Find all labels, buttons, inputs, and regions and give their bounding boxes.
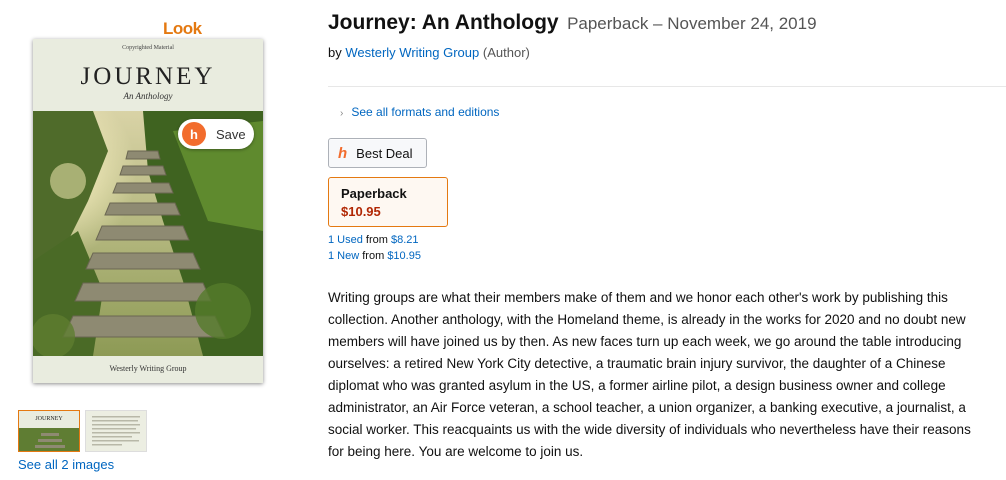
- cover-title: JOURNEY: [80, 63, 216, 90]
- divider: [328, 86, 1006, 87]
- see-all-images-link[interactable]: See all 2 images: [18, 457, 114, 472]
- used-offer-price[interactable]: $8.21: [391, 234, 419, 246]
- product-title-line: Journey: An Anthology Paperback – Novemb…: [328, 11, 817, 35]
- new-offer-price[interactable]: $10.95: [387, 250, 421, 262]
- book-description: Writing groups are what their members ma…: [328, 290, 971, 459]
- author-link[interactable]: Westerly Writing Group: [345, 45, 479, 60]
- offer-from-label: from: [365, 234, 388, 246]
- byline: by Westerly Writing Group (Author): [328, 45, 530, 60]
- offer-new: 1 New from $10.95: [328, 250, 421, 262]
- author-role: (Author): [482, 45, 530, 60]
- cover-copyright-text: Copyrighted Material: [122, 45, 174, 51]
- format-swatch-paperback[interactable]: Paperback $10.95: [328, 177, 448, 227]
- save-label: Save: [216, 126, 246, 142]
- chevron-right-icon: ›: [340, 108, 344, 119]
- offer-used: 1 Used from $8.21: [328, 234, 419, 246]
- see-all-formats-link[interactable]: See all formats and editions: [351, 105, 499, 119]
- thumbnail-back-art: [86, 411, 146, 451]
- thumbnail-front-cover[interactable]: JOURNEY: [18, 410, 80, 452]
- used-offers-link[interactable]: 1 Used: [328, 234, 363, 246]
- best-deal-button[interactable]: h Best Deal: [328, 138, 427, 168]
- save-button[interactable]: h Save: [178, 119, 254, 149]
- look-inside-link[interactable]: Look inside↴: [163, 19, 263, 58]
- cover-subtitle: An Anthology: [123, 91, 173, 101]
- offer-from-label: from: [362, 250, 385, 262]
- honey-logo-icon: h: [338, 144, 348, 162]
- book-cover-image[interactable]: Copyrighted Material JOURNEY An Antholog…: [33, 39, 263, 383]
- best-deal-label: Best Deal: [356, 145, 413, 161]
- by-label: by: [328, 45, 342, 60]
- swatch-format: Paperback: [341, 186, 407, 201]
- thumbnail-title: JOURNEY: [35, 416, 63, 422]
- new-offers-link[interactable]: 1 New: [328, 250, 359, 262]
- swatch-price: $10.95: [341, 204, 381, 219]
- formats-link-row[interactable]: › See all formats and editions: [340, 105, 499, 119]
- product-format-date: Paperback – November 24, 2019: [567, 14, 817, 33]
- cover-author: Westerly Writing Group: [109, 364, 187, 373]
- honey-save-icon: h: [182, 122, 206, 146]
- product-title: Journey: An Anthology: [328, 11, 559, 34]
- thumbnail-back-cover[interactable]: [85, 410, 147, 452]
- thumbnail-front-art: JOURNEY: [19, 411, 79, 451]
